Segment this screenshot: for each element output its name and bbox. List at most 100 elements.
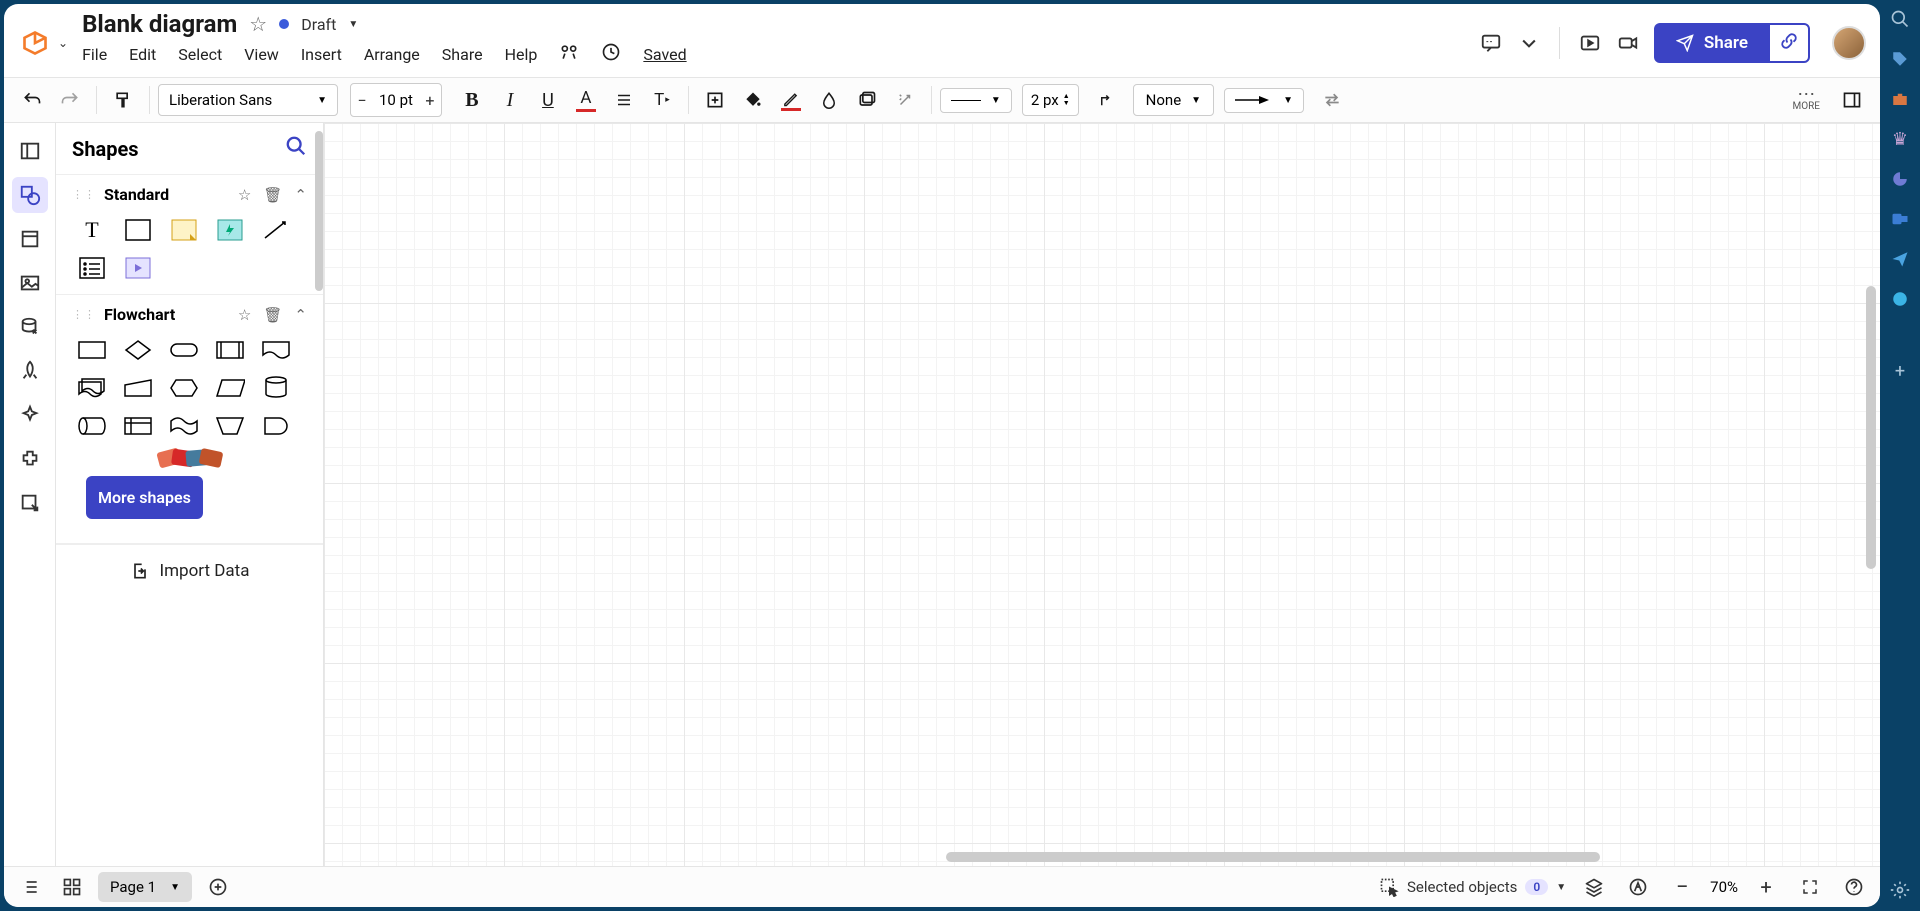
font-size-decrease[interactable]: − — [351, 84, 373, 116]
add-page-button[interactable] — [202, 871, 234, 903]
font-size-control[interactable]: − 10 pt + — [350, 83, 442, 117]
more-shapes-button[interactable]: More shapes — [86, 476, 203, 519]
help-icon[interactable] — [1838, 871, 1870, 903]
line-routing-button[interactable] — [1089, 82, 1125, 118]
rail-skype-icon[interactable] — [1889, 288, 1911, 310]
line-end-select[interactable]: ▼ — [1224, 88, 1304, 113]
text-color-button[interactable]: A — [568, 82, 604, 118]
shape-line[interactable] — [256, 214, 296, 246]
menu-share[interactable]: Share — [442, 45, 483, 64]
import-data-button[interactable]: Import Data — [56, 544, 323, 597]
toggle-right-panel-button[interactable] — [1834, 82, 1870, 118]
menu-help[interactable]: Help — [505, 45, 538, 64]
rail-tag-icon[interactable] — [1889, 48, 1911, 70]
shape-delay[interactable] — [256, 410, 296, 442]
drag-handle-icon[interactable]: ⋮⋮ — [72, 188, 96, 201]
underline-button[interactable]: U — [530, 82, 566, 118]
shape-multidoc[interactable] — [72, 372, 112, 404]
share-link-button[interactable] — [1768, 23, 1810, 63]
panel-scrollbar[interactable] — [315, 131, 323, 291]
delete-icon[interactable]: 🗑 — [263, 186, 282, 204]
text-align-button[interactable] — [606, 82, 642, 118]
shape-predefined[interactable] — [210, 334, 250, 366]
zoom-out-button[interactable]: − — [1666, 871, 1698, 903]
bold-button[interactable]: B — [454, 82, 490, 118]
app-logo[interactable] — [18, 26, 52, 60]
shape-process[interactable] — [72, 334, 112, 366]
shape-direct-data[interactable] — [72, 410, 112, 442]
shape-text[interactable]: T — [72, 214, 112, 246]
menu-edit[interactable]: Edit — [129, 45, 156, 64]
favorite-star-icon[interactable]: ☆ — [249, 12, 267, 36]
collapse-icon[interactable]: ⌃ — [294, 186, 307, 204]
shape-rectangle[interactable] — [118, 214, 158, 246]
horizontal-scrollbar[interactable] — [946, 852, 1600, 862]
zoom-in-button[interactable]: + — [1750, 871, 1782, 903]
shape-internal-storage[interactable] — [118, 410, 158, 442]
pin-icon[interactable]: ☆ — [238, 306, 251, 324]
font-size-value[interactable]: 10 pt — [373, 91, 419, 109]
italic-button[interactable]: I — [492, 82, 528, 118]
line-style-select[interactable]: ▼ — [940, 88, 1012, 113]
border-color-button[interactable] — [773, 82, 809, 118]
share-button[interactable]: Share — [1654, 23, 1770, 63]
menu-file[interactable]: File — [82, 45, 107, 64]
rail-add-icon[interactable]: + — [1889, 360, 1911, 382]
shape-terminator[interactable] — [164, 334, 204, 366]
rail-office-icon[interactable] — [1889, 168, 1911, 190]
font-family-select[interactable]: Liberation Sans▼ — [158, 84, 338, 116]
menu-select[interactable]: Select — [178, 45, 222, 64]
toolbar-more-button[interactable]: ⋯MORE — [1787, 89, 1826, 112]
line-swap-button[interactable] — [1314, 82, 1350, 118]
document-title[interactable]: Blank diagram — [82, 10, 237, 38]
text-style-button[interactable]: T▸ — [644, 82, 680, 118]
saved-indicator[interactable]: Saved — [643, 45, 686, 64]
page-tab[interactable]: Page 1▼ — [98, 872, 192, 902]
rail-shapes-button[interactable] — [12, 177, 48, 213]
find-icon[interactable] — [559, 42, 579, 67]
shape-note[interactable] — [164, 214, 204, 246]
app-menu-caret[interactable]: ⌄ — [58, 36, 68, 50]
outline-icon[interactable] — [14, 871, 46, 903]
collapse-icon[interactable]: ⌃ — [294, 306, 307, 324]
accessibility-icon[interactable] — [1622, 871, 1654, 903]
menu-view[interactable]: View — [244, 45, 279, 64]
shape-frame[interactable] — [118, 252, 158, 284]
shape-manual-input[interactable] — [118, 372, 158, 404]
shape-dynamic[interactable] — [210, 214, 250, 246]
rail-images-button[interactable] — [12, 265, 48, 301]
effects-button[interactable] — [849, 82, 885, 118]
shape-database[interactable] — [256, 372, 296, 404]
magic-button[interactable] — [887, 82, 923, 118]
rail-plugins-button[interactable] — [12, 441, 48, 477]
opacity-button[interactable] — [811, 82, 847, 118]
canvas[interactable] — [324, 123, 1880, 866]
fullscreen-icon[interactable] — [1794, 871, 1826, 903]
font-size-increase[interactable]: + — [419, 84, 441, 116]
shapes-search-icon[interactable] — [285, 135, 307, 162]
pin-icon[interactable]: ☆ — [238, 186, 251, 204]
rail-containers-button[interactable] — [12, 221, 48, 257]
rail-panel-button[interactable] — [12, 133, 48, 169]
rail-chess-icon[interactable]: ♛ — [1889, 128, 1911, 150]
undo-button[interactable] — [14, 82, 50, 118]
comment-icon[interactable] — [1479, 31, 1503, 55]
vertical-scrollbar[interactable] — [1866, 286, 1876, 568]
present-icon[interactable] — [1578, 31, 1602, 55]
video-icon[interactable] — [1616, 31, 1640, 55]
redo-button[interactable] — [52, 82, 88, 118]
format-painter-button[interactable] — [105, 82, 141, 118]
layers-icon[interactable] — [1578, 871, 1610, 903]
shape-paper-tape[interactable] — [164, 410, 204, 442]
rail-send-icon[interactable] — [1889, 248, 1911, 270]
shape-insert-button[interactable] — [697, 82, 733, 118]
fill-color-button[interactable] — [735, 82, 771, 118]
shape-preparation[interactable] — [164, 372, 204, 404]
rail-settings-icon[interactable] — [1889, 879, 1911, 901]
menu-arrange[interactable]: Arrange — [364, 45, 420, 64]
rail-search-icon[interactable] — [1889, 8, 1911, 30]
history-icon[interactable] — [601, 42, 621, 67]
drag-handle-icon[interactable]: ⋮⋮ — [72, 308, 96, 321]
line-start-select[interactable]: None▼ — [1133, 84, 1214, 116]
rail-ai-button[interactable] — [12, 397, 48, 433]
